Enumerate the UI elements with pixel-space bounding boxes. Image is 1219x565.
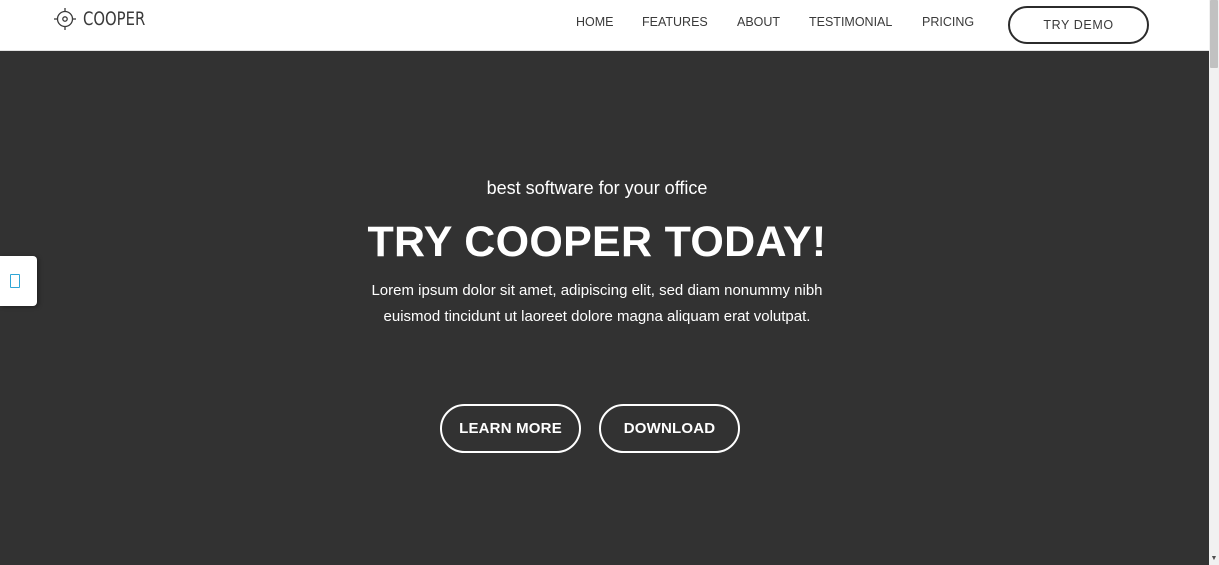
site-header: COOPER HOME FEATURES ABOUT TESTIMONIAL P… [0, 0, 1209, 51]
nav-item-pricing[interactable]: PRICING [922, 15, 974, 29]
vertical-scrollbar[interactable]: ▼ [1209, 0, 1219, 565]
hero-description: Lorem ipsum dolor sit amet, adipiscing e… [371, 282, 823, 325]
hero-headline: TRY COOPER TODAY! [367, 218, 827, 266]
scrollbar-thumb[interactable] [1210, 0, 1218, 68]
nav-item-testimonial[interactable]: TESTIMONIAL [809, 15, 892, 29]
hero-subtitle: best software for your office [486, 178, 708, 198]
try-demo-button[interactable]: TRY DEMO [1008, 6, 1149, 44]
hero-section: best software for your office TRY COOPER… [0, 51, 1209, 565]
page: COOPER HOME FEATURES ABOUT TESTIMONIAL P… [0, 0, 1219, 565]
download-button[interactable]: DOWNLOAD [599, 404, 740, 453]
nav-item-features[interactable]: FEATURES [642, 15, 708, 29]
nav-item-home[interactable]: HOME [576, 15, 614, 29]
learn-more-button[interactable]: LEARN MORE [440, 404, 581, 453]
scroll-down-arrow-icon[interactable]: ▼ [1210, 555, 1218, 563]
nav-item-about[interactable]: ABOUT [737, 15, 780, 29]
tablet-icon [9, 274, 20, 288]
side-widget-tab[interactable] [0, 256, 37, 306]
